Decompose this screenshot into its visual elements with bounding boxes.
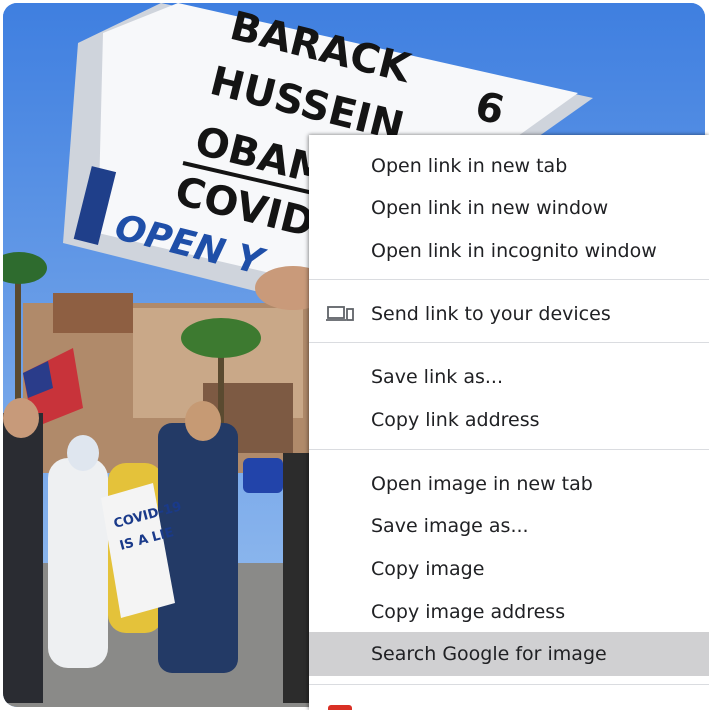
menu-open-link-incognito[interactable]: Open link in incognito window	[309, 232, 709, 270]
menu-separator	[309, 342, 709, 343]
menu-item-label: Search Google for image	[371, 643, 607, 665]
menu-search-google-for-image[interactable]: Search Google for image	[309, 632, 709, 676]
menu-item-label: Save link as...	[371, 366, 503, 388]
menu-open-link-new-tab[interactable]: Open link in new tab	[309, 147, 709, 185]
menu-item-label: Copy image	[371, 558, 485, 580]
menu-save-link-as[interactable]: Save link as...	[309, 358, 709, 396]
extension-icon	[328, 705, 352, 710]
menu-open-link-new-window[interactable]: Open link in new window	[309, 189, 709, 227]
menu-item-label: Save image as...	[371, 515, 529, 537]
menu-open-image-new-tab[interactable]: Open image in new tab	[309, 465, 709, 503]
menu-send-link-to-devices[interactable]: Send link to your devices	[309, 295, 709, 333]
menu-item-label: Open link in new tab	[371, 155, 568, 177]
menu-item-label: Open link in incognito window	[371, 240, 657, 262]
menu-copy-link-address[interactable]: Copy link address	[309, 401, 709, 439]
menu-copy-image-address[interactable]: Copy image address	[309, 593, 709, 631]
menu-item-label: Open link in new window	[371, 197, 609, 219]
context-menu: Open link in new tab Open link in new wi…	[309, 135, 709, 710]
menu-item-label: Copy link address	[371, 409, 540, 431]
menu-separator	[309, 449, 709, 450]
menu-item-label: Open image in new tab	[371, 473, 593, 495]
devices-icon	[326, 306, 354, 321]
menu-item-label: Send link to your devices	[371, 303, 611, 325]
menu-extension-item[interactable]	[309, 697, 709, 710]
menu-separator	[309, 279, 709, 280]
menu-item-label: Copy image address	[371, 601, 566, 623]
menu-copy-image[interactable]: Copy image	[309, 550, 709, 588]
menu-separator	[309, 684, 709, 685]
menu-save-image-as[interactable]: Save image as...	[309, 507, 709, 545]
